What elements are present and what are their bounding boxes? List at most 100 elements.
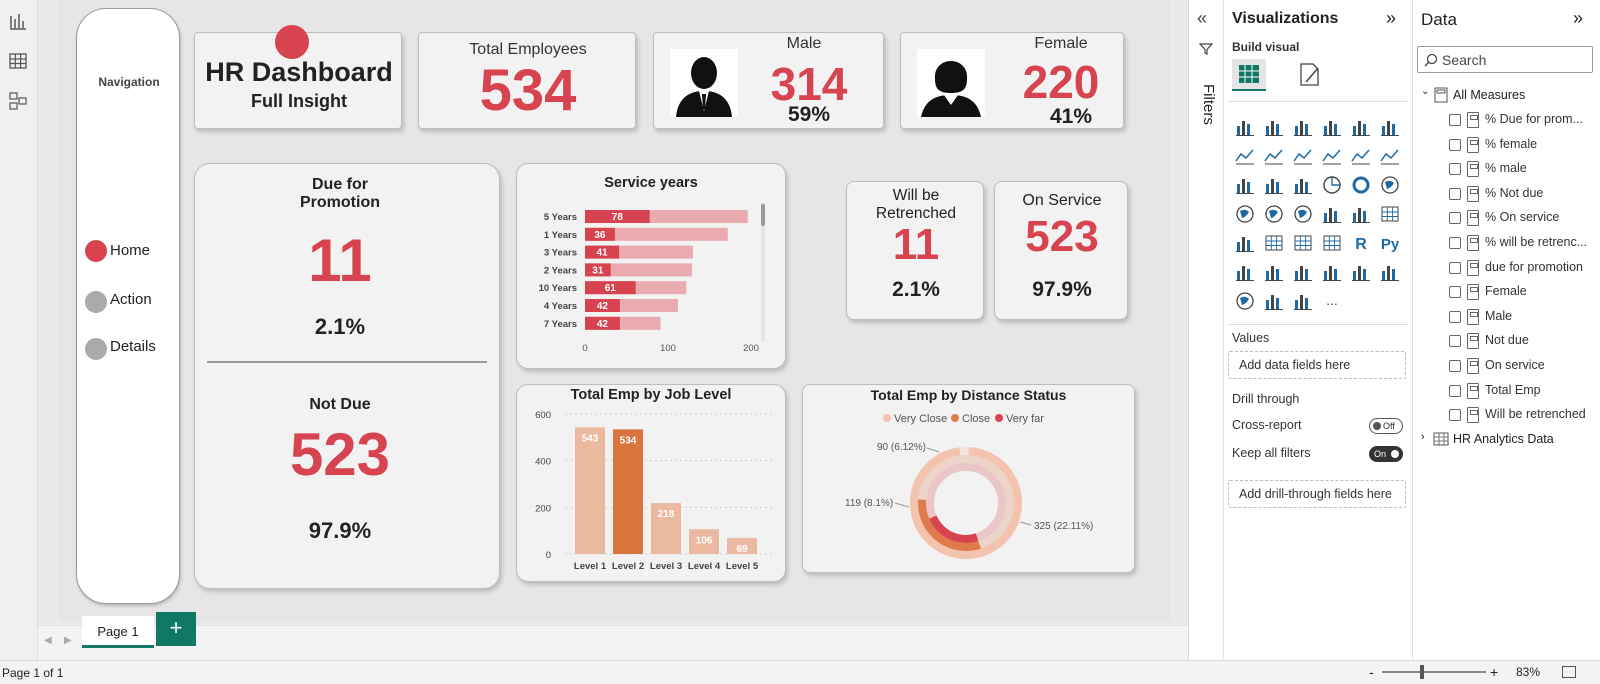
paginated-icon[interactable] bbox=[1379, 261, 1401, 283]
checkbox[interactable] bbox=[1449, 163, 1461, 176]
checkbox[interactable] bbox=[1449, 138, 1461, 151]
checkbox[interactable] bbox=[1449, 237, 1461, 249]
measure-item[interactable]: Total Emp bbox=[1449, 380, 1599, 405]
nav-home[interactable]: Home bbox=[110, 242, 150, 259]
measure-item[interactable]: % male bbox=[1449, 158, 1599, 183]
waterfall-icon[interactable] bbox=[1234, 174, 1256, 196]
treemap-icon[interactable] bbox=[1379, 174, 1401, 196]
key-influencers-icon[interactable] bbox=[1234, 261, 1256, 283]
measure-item[interactable]: Female bbox=[1449, 281, 1599, 306]
cross-report-toggle[interactable]: Off bbox=[1369, 418, 1403, 434]
matrix-icon[interactable] bbox=[1321, 232, 1343, 254]
power-automate-icon[interactable] bbox=[1292, 290, 1314, 312]
kpi-icon[interactable] bbox=[1234, 232, 1256, 254]
filters-pane[interactable]: « Filters bbox=[1188, 0, 1223, 660]
promotion-card[interactable]: Due for Promotion 11 2.1% Not Due 523 97… bbox=[194, 163, 500, 589]
pie-chart-icon[interactable] bbox=[1321, 174, 1343, 196]
add-page-button[interactable]: + bbox=[156, 612, 196, 646]
measure-item[interactable]: % Not due bbox=[1449, 183, 1599, 208]
details-dot-icon[interactable] bbox=[85, 338, 107, 360]
line-chart-icon[interactable] bbox=[1234, 145, 1256, 167]
nav-details[interactable]: Details bbox=[110, 338, 156, 355]
model-view-icon[interactable] bbox=[7, 90, 29, 112]
measure-item[interactable]: Not due bbox=[1449, 330, 1599, 355]
collapse-data-icon[interactable]: » bbox=[1573, 8, 1583, 29]
table-view-icon[interactable] bbox=[7, 50, 29, 72]
page-tab[interactable]: Page 1 bbox=[82, 616, 154, 648]
ribbon-chart-icon[interactable] bbox=[1379, 145, 1401, 167]
table-icon[interactable] bbox=[1292, 232, 1314, 254]
on-service-card[interactable]: On Service 523 97.9% bbox=[994, 181, 1128, 320]
measure-item[interactable]: Male bbox=[1449, 306, 1599, 331]
search-box[interactable]: Search bbox=[1417, 46, 1593, 73]
100-bar-icon[interactable] bbox=[1350, 116, 1372, 138]
decomposition-tree-icon[interactable] bbox=[1263, 261, 1285, 283]
zoom-slider[interactable] bbox=[1382, 665, 1486, 679]
measure-item[interactable]: On service bbox=[1449, 355, 1599, 380]
female-card[interactable]: Female 220 41% bbox=[900, 32, 1124, 129]
measure-item[interactable]: Will be retrenched bbox=[1449, 404, 1599, 429]
keep-filters-toggle[interactable]: On bbox=[1369, 446, 1403, 462]
r-visual-icon[interactable]: R bbox=[1350, 232, 1372, 254]
hr-analytics-table[interactable]: › HR Analytics Data bbox=[1421, 430, 1597, 450]
line-clustered-icon[interactable] bbox=[1350, 145, 1372, 167]
drill-through-dropzone[interactable]: Add drill-through fields here bbox=[1228, 480, 1406, 508]
stacked-column-icon[interactable] bbox=[1263, 116, 1285, 138]
job-level-chart[interactable]: Total Emp by Job Level 0 200 400 600 543 Leve… bbox=[516, 384, 786, 582]
format-visual-icon[interactable] bbox=[1296, 60, 1324, 90]
narrative-icon[interactable] bbox=[1321, 261, 1343, 283]
measure-item[interactable]: due for promotion bbox=[1449, 257, 1599, 282]
multirow-card-icon[interactable] bbox=[1379, 203, 1401, 225]
values-dropzone[interactable]: Add data fields here bbox=[1228, 351, 1406, 379]
fit-page-icon[interactable] bbox=[1562, 666, 1576, 678]
clustered-column-icon[interactable] bbox=[1321, 116, 1343, 138]
checkbox[interactable] bbox=[1449, 310, 1461, 323]
checkbox[interactable] bbox=[1449, 409, 1461, 422]
clustered-bar-icon[interactable] bbox=[1292, 116, 1314, 138]
slicer-icon[interactable] bbox=[1263, 232, 1285, 254]
measure-item[interactable]: % On service bbox=[1449, 207, 1599, 232]
report-view-icon[interactable] bbox=[7, 10, 29, 32]
checkbox[interactable] bbox=[1449, 286, 1461, 299]
python-visual-icon[interactable]: Py bbox=[1379, 232, 1401, 254]
checkbox[interactable] bbox=[1449, 384, 1461, 397]
home-dot-icon[interactable] bbox=[85, 240, 107, 262]
line-column-icon[interactable] bbox=[1321, 145, 1343, 167]
distance-status-chart[interactable]: Total Emp by Distance Status Very Close C… bbox=[802, 384, 1135, 573]
donut-chart-icon[interactable] bbox=[1350, 174, 1372, 196]
more-icon[interactable]: ... bbox=[1321, 290, 1343, 312]
trophy-icon[interactable] bbox=[1350, 261, 1372, 283]
checkbox[interactable] bbox=[1449, 335, 1461, 348]
nav-action[interactable]: Action bbox=[110, 291, 152, 308]
expand-viz-icon[interactable]: » bbox=[1386, 8, 1396, 29]
shape-map-icon[interactable] bbox=[1292, 203, 1314, 225]
scatter-icon[interactable] bbox=[1292, 174, 1314, 196]
checkbox[interactable] bbox=[1449, 187, 1461, 200]
map-icon[interactable] bbox=[1234, 203, 1256, 225]
build-visual-tab[interactable] bbox=[1232, 59, 1266, 91]
service-years-chart[interactable]: Service years 5 Years 78 1 Years 36 3 Years 4… bbox=[516, 163, 786, 369]
collapse-filters-icon[interactable]: « bbox=[1197, 8, 1207, 29]
filled-map-icon[interactable] bbox=[1263, 203, 1285, 225]
funnel-icon[interactable] bbox=[1263, 174, 1285, 196]
power-apps-icon[interactable] bbox=[1263, 290, 1285, 312]
measure-item[interactable]: % will be retrenc... bbox=[1449, 232, 1599, 257]
qa-icon[interactable] bbox=[1292, 261, 1314, 283]
100-column-icon[interactable] bbox=[1379, 116, 1401, 138]
checkbox[interactable] bbox=[1449, 360, 1461, 372]
card-icon[interactable] bbox=[1350, 203, 1372, 225]
zoom-out-button[interactable]: - bbox=[1369, 664, 1374, 680]
gauge-icon[interactable] bbox=[1321, 203, 1343, 225]
next-page-icon[interactable]: ▶ bbox=[64, 635, 72, 646]
checkbox[interactable] bbox=[1449, 212, 1461, 225]
all-measures-group[interactable]: ⌄ All Measures bbox=[1421, 86, 1597, 106]
male-card[interactable]: Male 314 59% bbox=[653, 32, 884, 129]
measure-item[interactable]: % Due for prom... bbox=[1449, 109, 1599, 134]
checkbox[interactable] bbox=[1449, 114, 1461, 126]
zoom-in-button[interactable]: + bbox=[1490, 664, 1498, 680]
stacked-bar-icon[interactable] bbox=[1234, 116, 1256, 138]
azure-map-icon[interactable] bbox=[1234, 290, 1256, 312]
retrenched-card[interactable]: Will be Retrenched 11 2.1% bbox=[846, 181, 984, 320]
area-chart-icon[interactable] bbox=[1263, 145, 1285, 167]
stacked-area-icon[interactable] bbox=[1292, 145, 1314, 167]
